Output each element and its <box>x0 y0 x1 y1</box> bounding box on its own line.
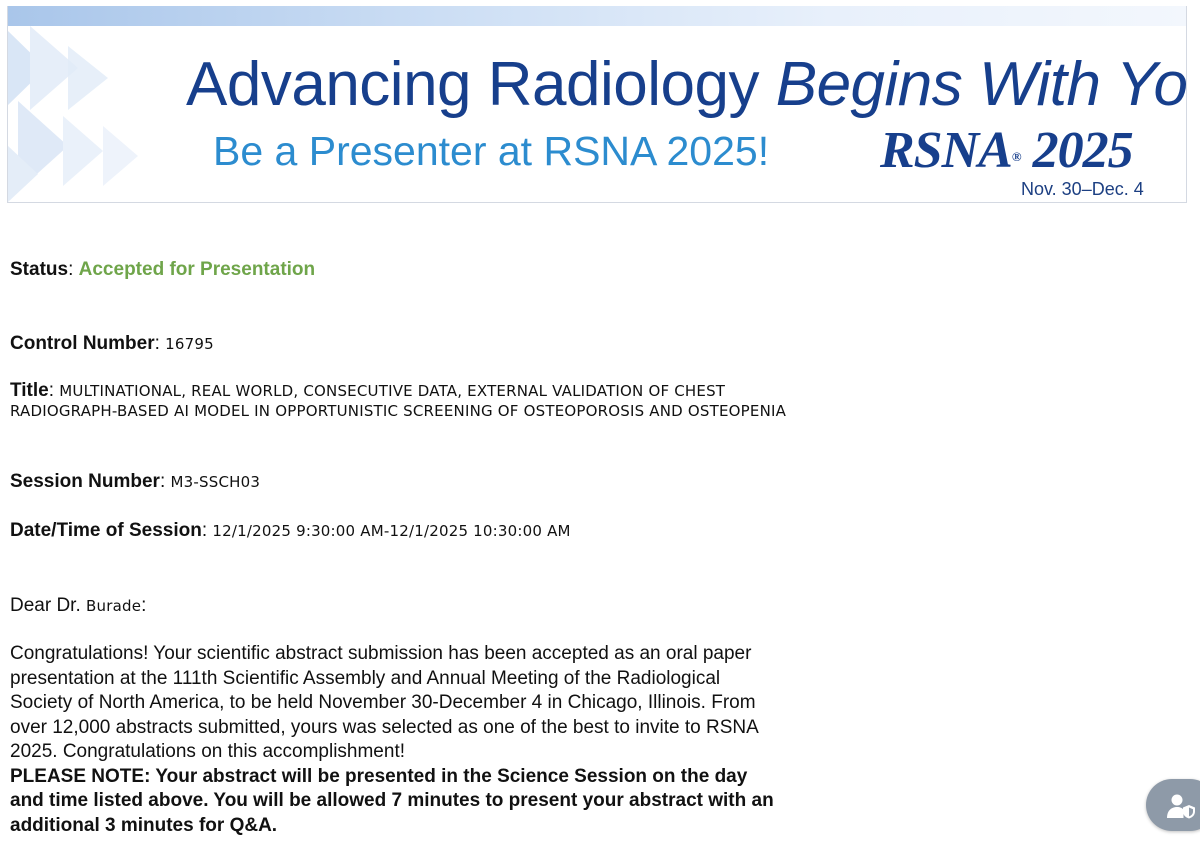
session-number-row: Session Number: M3-SSCH03 <box>10 470 260 494</box>
rsna-logo: RSNA® 2025 <box>880 122 1134 180</box>
session-datetime-value: 12/1/2025 9:30:00 AM-12/1/2025 10:30:00 … <box>212 522 571 540</box>
please-note-label: PLEASE NOTE <box>10 765 145 787</box>
session-datetime-label: Date/Time of Session <box>10 520 202 541</box>
title-value: MULTINATIONAL, REAL WORLD, CONSECUTIVE D… <box>10 382 787 420</box>
control-number-row: Control Number: 16795 <box>10 332 214 356</box>
email-page: Advancing Radiology Begins With You Be a… <box>0 0 1200 850</box>
letter-body: Congratulations! Your scientific abstrac… <box>10 642 785 838</box>
session-datetime-separator: : <box>201 520 213 541</box>
control-number-label: Control Number <box>10 333 155 354</box>
rsna-logo-text: RSNA <box>880 122 1013 179</box>
banner-headline-part1: Advancing Radiology <box>186 50 776 119</box>
title-separator: : <box>48 380 60 401</box>
control-number-value: 16795 <box>165 335 214 353</box>
session-number-label: Session Number <box>10 471 160 492</box>
status-separator: : <box>68 259 79 280</box>
session-datetime-row: Date/Time of Session: 12/1/2025 9:30:00 … <box>10 519 571 543</box>
rsna-logo-reg: ® <box>1011 149 1022 164</box>
floating-help-button[interactable] <box>1146 779 1200 831</box>
status-label: Status <box>10 259 69 280</box>
salutation: Dear Dr. Burade: <box>10 594 146 618</box>
banner-subheadline: Be a Presenter at RSNA 2025! <box>213 128 770 174</box>
session-number-value: M3-SSCH03 <box>170 473 261 491</box>
title-row: Title: MULTINATIONAL, REAL WORLD, CONSEC… <box>10 381 800 421</box>
letter-paragraph: Congratulations! Your scientific abstrac… <box>10 643 758 762</box>
rsna-logo-year: 2025 <box>1020 122 1134 179</box>
please-note: PLEASE NOTE: Your abstract will be prese… <box>10 766 774 836</box>
status-value: Accepted for Presentation <box>78 259 316 280</box>
session-number-separator: : <box>159 471 171 492</box>
control-number-separator: : <box>154 333 166 354</box>
rsna-banner: Advancing Radiology Begins With You Be a… <box>7 6 1187 203</box>
banner-dates: Nov. 30–Dec. 4 <box>1021 179 1144 199</box>
banner-headline: Advancing Radiology Begins With You <box>186 50 1187 120</box>
title-label: Title <box>10 380 49 401</box>
salutation-suffix: : <box>141 595 147 616</box>
salutation-name: Burade <box>86 597 142 615</box>
salutation-prefix: Dear Dr. <box>10 595 81 616</box>
status-row: Status: Accepted for Presentation <box>10 258 315 282</box>
banner-headline-italic: Begins With You <box>775 50 1187 119</box>
user-shield-icon <box>1167 794 1195 819</box>
